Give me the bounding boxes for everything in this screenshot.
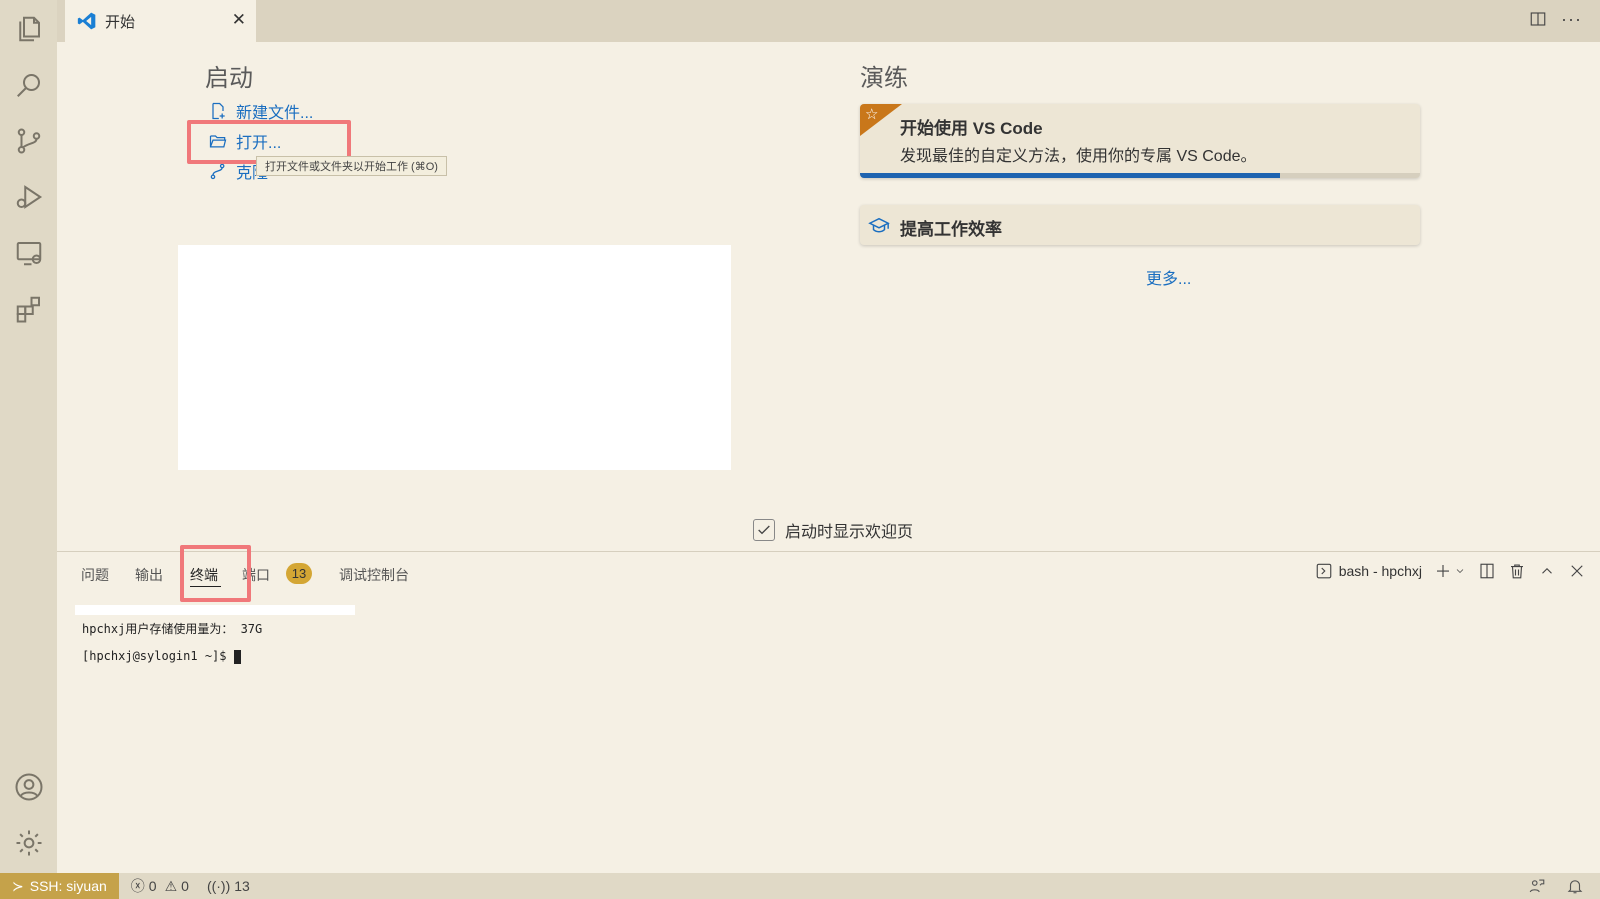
show-on-startup[interactable]: 启动时显示欢迎页	[753, 518, 913, 542]
check-icon	[758, 525, 770, 535]
walkthrough-card-get-started[interactable]: ☆ 开始使用 VS Code 发现最佳的自定义方法，使用你的专属 VS Code…	[860, 104, 1420, 178]
remote-explorer-icon[interactable]	[12, 236, 45, 269]
chevron-down-icon[interactable]	[1454, 562, 1466, 580]
feedback-icon[interactable]	[1528, 877, 1546, 895]
ports-count-badge: 13	[286, 563, 312, 584]
active-tab-underline	[190, 586, 221, 587]
warning-icon: ⚠	[164, 877, 178, 894]
explorer-icon[interactable]	[12, 12, 45, 45]
terminal-prompt[interactable]: [hpchxj@sylogin1 ~]$	[82, 649, 241, 664]
card-title: 提高工作效率	[900, 220, 1002, 239]
card-desc: 发现最佳的自定义方法，使用你的专属 VS Code。	[900, 148, 1257, 165]
card-progress	[860, 173, 1420, 178]
tab-debug-console[interactable]: 调试控制台	[339, 565, 409, 585]
open-link[interactable]: 打开...	[208, 129, 281, 153]
activity-bar	[0, 0, 57, 873]
git-clone-icon	[210, 163, 225, 180]
new-file-icon	[212, 102, 225, 120]
walkthrough-heading: 演练	[860, 65, 908, 92]
new-file-link[interactable]: 新建文件...	[208, 99, 313, 123]
editor-tab-bar: 开始 ✕ ···	[57, 0, 1600, 42]
error-icon: ⓧ	[130, 878, 145, 894]
extensions-icon[interactable]	[12, 292, 45, 325]
startup-checkbox[interactable]	[753, 519, 775, 541]
tab-problems[interactable]: 问题	[81, 565, 109, 585]
remote-indicator[interactable]: ≻ SSH: siyuan	[0, 873, 119, 899]
tab-terminal[interactable]: 终端	[190, 565, 218, 585]
tab-welcome[interactable]: 开始 ✕	[65, 0, 256, 42]
error-count: 0	[148, 878, 157, 894]
split-terminal-icon[interactable]	[1478, 562, 1496, 580]
card-title: 开始使用 VS Code	[900, 119, 1043, 138]
tab-output[interactable]: 输出	[135, 565, 163, 585]
problems-status[interactable]: ⓧ 0 ⚠ 0	[131, 876, 189, 896]
more-actions-icon[interactable]: ···	[1561, 10, 1582, 28]
open-tooltip: 打开文件或文件夹以开始工作 (⌘O)	[256, 156, 447, 176]
terminal-icon	[1316, 563, 1332, 579]
run-debug-icon[interactable]	[12, 180, 45, 213]
trash-icon[interactable]	[1508, 562, 1526, 580]
start-heading: 启动	[205, 65, 253, 92]
new-terminal-icon[interactable]	[1434, 562, 1452, 580]
open-label: 打开...	[236, 135, 282, 152]
bell-icon[interactable]	[1566, 877, 1584, 895]
prompt-text: [hpchxj@sylogin1 ~]$	[82, 649, 234, 663]
star-icon: ☆	[865, 106, 879, 123]
blank-panel	[178, 245, 731, 470]
tab-ports[interactable]: 端口	[242, 565, 270, 585]
status-bar: ≻ SSH: siyuan ⓧ 0 ⚠ 0 ((·)) 13	[0, 873, 1600, 899]
close-icon[interactable]: ✕	[232, 10, 246, 30]
terminal-output-line: hpchxj用户存储使用量为： 37G	[82, 622, 263, 636]
tab-label: 开始	[105, 13, 136, 31]
show-on-startup-label: 启动时显示欢迎页	[785, 524, 914, 541]
new-file-label: 新建文件...	[236, 105, 314, 122]
chevron-up-icon[interactable]	[1538, 562, 1556, 580]
vscode-logo-icon	[77, 12, 96, 30]
welcome-page: 启动 新建文件... 打开... 克隆 打开文件或文件夹以开始工作 (⌘O) 演…	[57, 42, 1600, 550]
mortarboard-icon	[868, 217, 890, 233]
source-control-icon[interactable]	[12, 124, 45, 157]
remote-icon: ≻	[12, 877, 24, 894]
close-panel-icon[interactable]	[1568, 562, 1586, 580]
terminal-name[interactable]: bash - hpchxj	[1339, 563, 1422, 579]
warning-count: 0	[181, 878, 189, 894]
account-icon[interactable]	[12, 770, 45, 803]
terminal-blank-strip	[75, 605, 355, 615]
split-editor-icon[interactable]	[1529, 10, 1547, 28]
search-icon[interactable]	[12, 68, 45, 101]
terminal-cursor	[233, 649, 241, 664]
broadcast-icon: ((·))	[206, 878, 231, 894]
ports-status[interactable]: ((·)) 13	[207, 878, 250, 894]
card-progress-fill	[860, 173, 1280, 178]
ports-status-count: 13	[234, 878, 250, 894]
walkthrough-card-productivity[interactable]: 提高工作效率	[860, 205, 1420, 245]
settings-gear-icon[interactable]	[12, 826, 45, 859]
bottom-panel: 问题 输出 终端 端口 13 调试控制台 bash - hpchxj hpchx…	[57, 545, 1600, 873]
folder-open-icon	[209, 135, 227, 148]
remote-label: SSH: siyuan	[29, 878, 107, 894]
more-walkthroughs-link[interactable]: 更多...	[1146, 265, 1191, 289]
